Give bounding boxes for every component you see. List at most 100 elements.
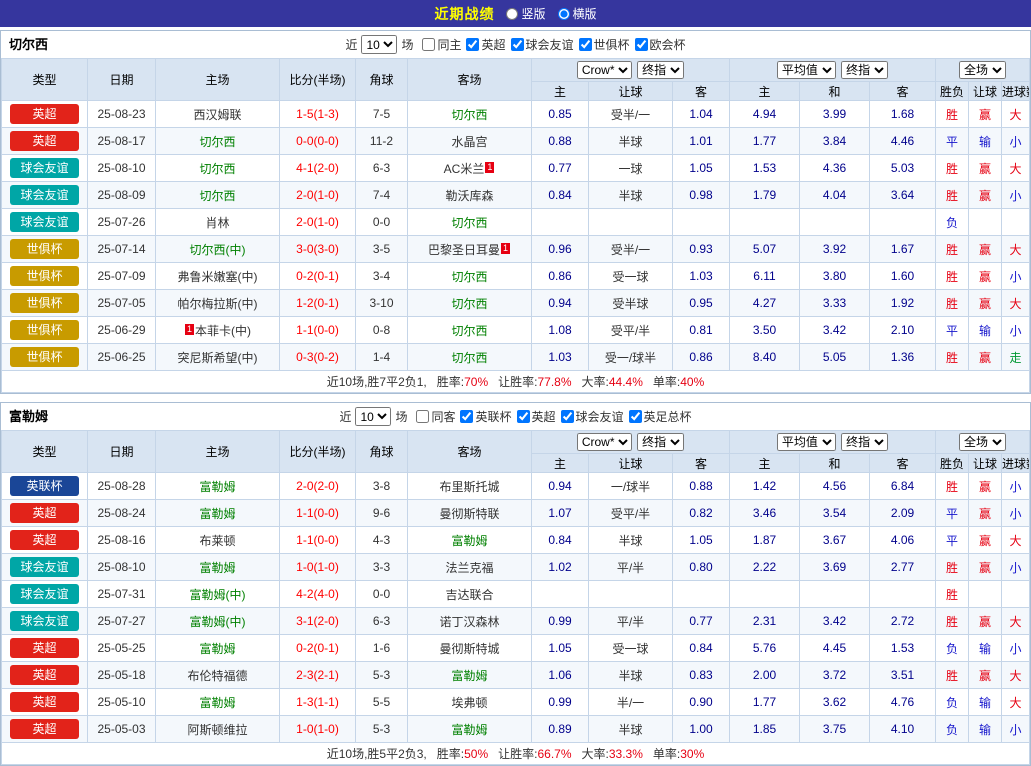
corner-count: 3-3 bbox=[356, 554, 408, 581]
filter-checkbox-input[interactable] bbox=[561, 410, 574, 423]
league-badge: 英超 bbox=[10, 104, 79, 124]
avg-draw-odds: 3.80 bbox=[800, 263, 870, 290]
filter-checkbox-input[interactable] bbox=[422, 38, 435, 51]
scope-select[interactable]: 全场 bbox=[959, 433, 1006, 451]
home-team: 布伦特福德 bbox=[156, 662, 280, 689]
filter-checkbox-option[interactable]: 球会友谊 bbox=[561, 408, 624, 425]
match-score: 1-1(0-0) bbox=[280, 527, 356, 554]
league-type-cell: 球会友谊 bbox=[2, 182, 88, 209]
team-name-text: 吉达联合 bbox=[445, 588, 493, 602]
league-badge: 英超 bbox=[10, 665, 79, 685]
filter-checkbox-option[interactable]: 欧会杯 bbox=[635, 36, 686, 53]
stat-value: 30% bbox=[680, 747, 704, 761]
away-odds bbox=[673, 581, 730, 608]
stat-value: 50% bbox=[464, 747, 488, 761]
avg-stage-select[interactable]: 终指 bbox=[841, 433, 888, 451]
away-team: 埃弗顿 bbox=[408, 689, 532, 716]
filter-checkbox-input[interactable] bbox=[517, 410, 530, 423]
league-type-cell: 世俱杯 bbox=[2, 236, 88, 263]
team-name-text: 切尔西 bbox=[199, 162, 235, 176]
home-team: 富勒姆 bbox=[156, 689, 280, 716]
record-summary: 近10场,胜5平2负3, bbox=[327, 747, 427, 761]
odds-stage-select[interactable]: 终指 bbox=[637, 433, 684, 451]
handicap-result: 赢 bbox=[969, 473, 1002, 500]
filter-checkbox-option[interactable]: 球会友谊 bbox=[511, 36, 574, 53]
horizontal-layout-label: 横版 bbox=[573, 5, 597, 22]
filter-checkbox-option[interactable]: 英超 bbox=[517, 408, 556, 425]
avg-draw-odds: 4.04 bbox=[800, 182, 870, 209]
odds-provider-select[interactable]: Crow* bbox=[577, 61, 632, 79]
corner-count: 3-8 bbox=[356, 473, 408, 500]
home-odds: 1.05 bbox=[532, 635, 589, 662]
filter-checkbox-option[interactable]: 英足总杯 bbox=[629, 408, 692, 425]
match-row: 球会友谊25-08-10富勒姆1-0(1-0)3-3法兰克福1.02平/半0.8… bbox=[2, 554, 1030, 581]
match-row: 英联杯25-08-28富勒姆2-0(2-0)3-8布里斯托城0.94一/球半0.… bbox=[2, 473, 1030, 500]
match-date: 25-05-10 bbox=[88, 689, 156, 716]
avg-away-odds: 6.84 bbox=[870, 473, 936, 500]
avg-group-header: 平均值 终指 bbox=[730, 431, 936, 454]
avg-draw-odds: 3.75 bbox=[800, 716, 870, 743]
avg-source-select[interactable]: 平均值 bbox=[777, 433, 836, 451]
match-score: 1-3(1-1) bbox=[280, 689, 356, 716]
away-team: 富勒姆 bbox=[408, 527, 532, 554]
filter-checkbox-input[interactable] bbox=[629, 410, 642, 423]
rate-stats: 胜率:70%让胜率:77.8%大率:44.4%单率:40% bbox=[427, 375, 705, 389]
team-name-text: 富勒姆 bbox=[451, 723, 487, 737]
horizontal-layout-radio[interactable] bbox=[558, 8, 570, 20]
avg-away-odds bbox=[870, 209, 936, 236]
filter-checkbox-option[interactable]: 英联杯 bbox=[460, 408, 511, 425]
corner-count: 1-6 bbox=[356, 635, 408, 662]
filter-checkbox-input[interactable] bbox=[511, 38, 524, 51]
scope-select[interactable]: 全场 bbox=[959, 61, 1006, 79]
match-count-select[interactable]: 10 bbox=[361, 35, 397, 54]
avg-stage-select[interactable]: 终指 bbox=[841, 61, 888, 79]
vertical-layout-label: 竖版 bbox=[521, 5, 545, 22]
team-name-text: 突尼斯希望(中) bbox=[178, 351, 258, 365]
league-type-cell: 球会友谊 bbox=[2, 581, 88, 608]
avg-away-odds: 4.46 bbox=[870, 128, 936, 155]
win-loss-result: 胜 bbox=[936, 473, 969, 500]
home-team: 富勒姆 bbox=[156, 473, 280, 500]
filter-checkbox-option[interactable]: 英超 bbox=[466, 36, 505, 53]
unit-label: 场 bbox=[401, 36, 413, 53]
filter-checkbox-option[interactable]: 世俱杯 bbox=[579, 36, 630, 53]
team-name: 富勒姆 bbox=[9, 403, 48, 430]
scope-group-header: 全场 bbox=[936, 431, 1030, 454]
avg-away-odds: 1.60 bbox=[870, 263, 936, 290]
vertical-layout-radio[interactable] bbox=[506, 8, 518, 20]
handicap-line: 受半/一 bbox=[589, 236, 673, 263]
stat-label: 让胜率: bbox=[498, 747, 537, 761]
filter-checkbox-option[interactable]: 同主 bbox=[422, 36, 461, 53]
match-count-select[interactable]: 10 bbox=[355, 407, 391, 426]
avg-source-select[interactable]: 平均值 bbox=[777, 61, 836, 79]
filter-checkbox-option[interactable]: 同客 bbox=[416, 408, 455, 425]
layout-option-vertical[interactable]: 竖版 bbox=[506, 5, 545, 22]
filter-checkbox-input[interactable] bbox=[635, 38, 648, 51]
avg-home-odds: 4.94 bbox=[730, 101, 800, 128]
league-badge: 英超 bbox=[10, 692, 79, 712]
handicap-result: 赢 bbox=[969, 608, 1002, 635]
layout-option-horizontal[interactable]: 横版 bbox=[558, 5, 597, 22]
avg-away-odds: 1.53 bbox=[870, 635, 936, 662]
match-row: 世俱杯25-07-09弗鲁米嫩塞(中)0-2(0-1)3-4切尔西0.86受一球… bbox=[2, 263, 1030, 290]
avg-away-odds: 2.72 bbox=[870, 608, 936, 635]
sub-header-avg-away: 客 bbox=[870, 454, 936, 473]
filter-checkbox-input[interactable] bbox=[579, 38, 592, 51]
team-name-text: 切尔西 bbox=[451, 216, 487, 230]
goals-result: 大 bbox=[1002, 608, 1030, 635]
filter-checkbox-input[interactable] bbox=[416, 410, 429, 423]
filter-checkbox-label: 英联杯 bbox=[475, 408, 511, 425]
avg-draw-odds: 3.84 bbox=[800, 128, 870, 155]
sub-header-odds-home: 主 bbox=[532, 454, 589, 473]
avg-away-odds: 1.36 bbox=[870, 344, 936, 371]
filter-checkbox-input[interactable] bbox=[466, 38, 479, 51]
match-date: 25-06-29 bbox=[88, 317, 156, 344]
avg-away-odds: 2.77 bbox=[870, 554, 936, 581]
odds-stage-select[interactable]: 终指 bbox=[637, 61, 684, 79]
stat-value: 70% bbox=[464, 375, 488, 389]
filter-checkbox-input[interactable] bbox=[460, 410, 473, 423]
team-name-text: 曼彻斯特联 bbox=[439, 507, 499, 521]
avg-away-odds: 1.68 bbox=[870, 101, 936, 128]
home-odds: 0.85 bbox=[532, 101, 589, 128]
odds-provider-select[interactable]: Crow* bbox=[577, 433, 632, 451]
